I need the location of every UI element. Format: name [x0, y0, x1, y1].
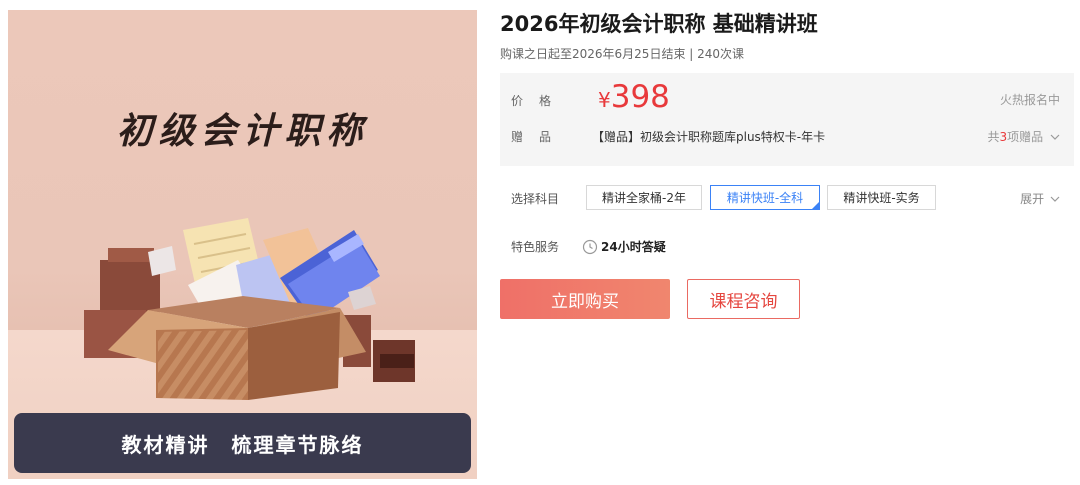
service-item: 24小时答疑	[582, 238, 666, 255]
chevron-down-icon	[1050, 134, 1060, 140]
chevron-down-icon	[1050, 196, 1060, 202]
expand-label: 展开	[1020, 192, 1045, 206]
consult-button[interactable]: 课程咨询	[687, 279, 800, 319]
price: ¥398	[598, 79, 670, 115]
gift-label: 赠品	[511, 130, 568, 144]
course-title: 2026年初级会计职称 基础精讲班	[500, 12, 818, 36]
cover-banner: 教材精讲 梳理章节脉络	[14, 413, 471, 473]
subject-option-quick-practice[interactable]: 精讲快班-实务	[827, 185, 936, 210]
hot-status: 火热报名中	[999, 93, 1060, 107]
chat-clock-icon	[582, 239, 598, 254]
gift-count-toggle[interactable]: 共3项赠品	[988, 128, 1061, 145]
service-text: 24小时答疑	[601, 240, 666, 254]
box-illustration	[84, 218, 415, 400]
subject-option-quick-all[interactable]: 精讲快班-全科	[710, 185, 820, 210]
buy-now-button[interactable]: 立即购买	[500, 279, 670, 319]
price-box: 价格 ¥398 火热报名中 赠品 【赠品】初级会计职称题库plus特权卡-年卡 …	[500, 73, 1074, 166]
service-label: 特色服务	[511, 240, 560, 254]
price-value: 398	[610, 79, 670, 115]
expand-toggle[interactable]: 展开	[1020, 190, 1060, 207]
course-cover-image: 初级会计职称 教材精讲 梳理章节脉络	[8, 10, 477, 479]
gift-text: 【赠品】初级会计职称题库plus特权卡-年卡	[592, 130, 826, 144]
cover-title: 初级会计职称	[116, 111, 369, 152]
gift-count-prefix: 共	[987, 130, 1000, 144]
price-label: 价格	[511, 94, 568, 108]
subject-label: 选择科目	[511, 192, 560, 206]
currency-symbol: ¥	[598, 88, 611, 112]
course-subtitle: 购课之日起至2026年6月25日结束 | 240次课	[500, 47, 745, 61]
gift-count-number: 3	[999, 130, 1008, 144]
subject-option-family[interactable]: 精讲全家桶-2年	[586, 185, 702, 210]
gift-count-suffix: 项赠品	[1007, 130, 1044, 144]
